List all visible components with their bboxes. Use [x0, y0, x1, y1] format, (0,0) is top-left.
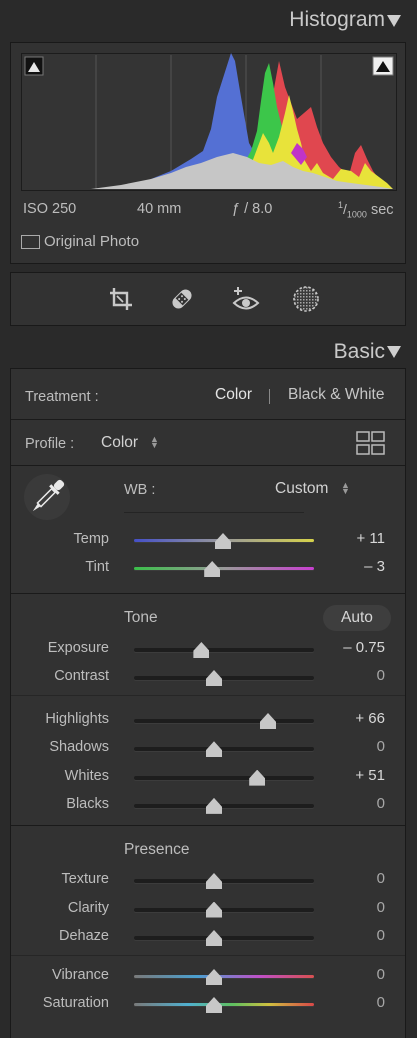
- profile-dropdown[interactable]: Color: [101, 434, 138, 452]
- red-eye-icon[interactable]: [231, 284, 261, 314]
- treatment-separator: [269, 389, 270, 404]
- blacks-label: Blacks: [66, 795, 109, 812]
- divider: [11, 695, 405, 696]
- aperture-info: ƒ / 8.0: [232, 201, 273, 217]
- dehaze-value[interactable]: 0: [377, 927, 385, 944]
- original-photo-label: Original Photo: [44, 233, 140, 250]
- saturation-label: Saturation: [42, 995, 109, 1011]
- texture-slider[interactable]: [134, 879, 314, 883]
- exposure-slider[interactable]: [134, 648, 314, 652]
- whites-slider[interactable]: [134, 775, 314, 780]
- profile-chevron-icon[interactable]: ▲ ▼: [150, 435, 159, 450]
- treatment-color-option[interactable]: Color: [215, 386, 252, 404]
- whites-label: Whites: [64, 767, 109, 784]
- shadows-value[interactable]: 0: [377, 738, 385, 755]
- tool-strip: [10, 272, 406, 326]
- treatment-bw-option[interactable]: Black & White: [288, 386, 384, 404]
- divider: [11, 955, 405, 956]
- white-balance-eyedropper-icon[interactable]: [23, 473, 71, 521]
- wb-chevron-icon[interactable]: ▲ ▼: [341, 481, 350, 496]
- vibrance-slider[interactable]: [134, 975, 314, 978]
- original-photo-checkbox[interactable]: [21, 235, 40, 249]
- healing-brush-icon[interactable]: [168, 285, 196, 313]
- dehaze-label: Dehaze: [59, 928, 109, 944]
- histogram-panel: ISO 250 40 mm ƒ / 8.0 1/1000 sec Origina…: [10, 42, 406, 264]
- temp-value[interactable]: + 11: [357, 530, 386, 547]
- contrast-value[interactable]: 0: [377, 667, 385, 684]
- texture-label: Texture: [61, 871, 109, 887]
- iso-info: ISO 250: [23, 201, 77, 217]
- auto-button[interactable]: Auto: [323, 605, 391, 631]
- highlights-slider[interactable]: [134, 719, 314, 723]
- dehaze-slider[interactable]: [134, 936, 314, 940]
- divider: [11, 825, 405, 826]
- shutter-info: 1/1000 sec: [338, 200, 394, 220]
- histogram-title: Histogram: [289, 8, 385, 31]
- basic-title: Basic: [333, 340, 385, 363]
- profile-label: Profile :: [25, 436, 75, 452]
- divider: [11, 465, 405, 466]
- histogram-chart: [21, 53, 397, 191]
- basic-header[interactable]: Basic: [0, 332, 417, 372]
- crop-icon[interactable]: [108, 286, 134, 312]
- tint-slider[interactable]: [134, 567, 314, 570]
- exposure-value[interactable]: – 0.75: [343, 639, 385, 656]
- masking-icon[interactable]: [291, 284, 321, 314]
- profile-browser-grid-icon[interactable]: [356, 431, 386, 455]
- saturation-value[interactable]: 0: [377, 994, 385, 1011]
- texture-value[interactable]: 0: [377, 870, 385, 887]
- clarity-slider[interactable]: [134, 907, 314, 912]
- vibrance-label: Vibrance: [52, 967, 109, 983]
- basic-panel: Treatment : Color Black & White Profile …: [10, 368, 406, 1038]
- wb-label: WB :: [124, 482, 156, 498]
- contrast-slider[interactable]: [134, 676, 314, 680]
- collapse-histogram-icon[interactable]: [387, 15, 401, 27]
- saturation-slider[interactable]: [134, 1003, 314, 1006]
- exposure-label: Exposure: [47, 640, 109, 656]
- blacks-slider[interactable]: [134, 803, 314, 808]
- focal-length-info: 40 mm: [137, 201, 182, 217]
- collapse-basic-icon[interactable]: [387, 346, 401, 358]
- histogram-header[interactable]: Histogram: [0, 0, 417, 40]
- shadows-slider[interactable]: [134, 747, 314, 752]
- treatment-label: Treatment :: [25, 389, 99, 405]
- temp-label: Temp: [73, 531, 109, 547]
- tint-label: Tint: [85, 559, 109, 575]
- clarity-value[interactable]: 0: [377, 899, 385, 916]
- divider: [11, 593, 405, 594]
- wb-dropdown[interactable]: Custom: [275, 480, 328, 498]
- contrast-label: Contrast: [54, 668, 109, 684]
- blacks-value[interactable]: 0: [377, 795, 385, 812]
- highlights-value[interactable]: + 66: [355, 710, 385, 727]
- vibrance-value[interactable]: 0: [377, 966, 385, 983]
- presence-label: Presence: [124, 841, 190, 858]
- highlights-label: Highlights: [45, 711, 109, 727]
- shadows-label: Shadows: [49, 739, 109, 756]
- tone-label: Tone: [124, 609, 158, 626]
- wb-underline: [124, 512, 304, 513]
- clarity-label: Clarity: [67, 899, 109, 916]
- tint-value[interactable]: – 3: [364, 558, 385, 575]
- divider: [11, 419, 405, 420]
- whites-value[interactable]: + 51: [355, 767, 385, 784]
